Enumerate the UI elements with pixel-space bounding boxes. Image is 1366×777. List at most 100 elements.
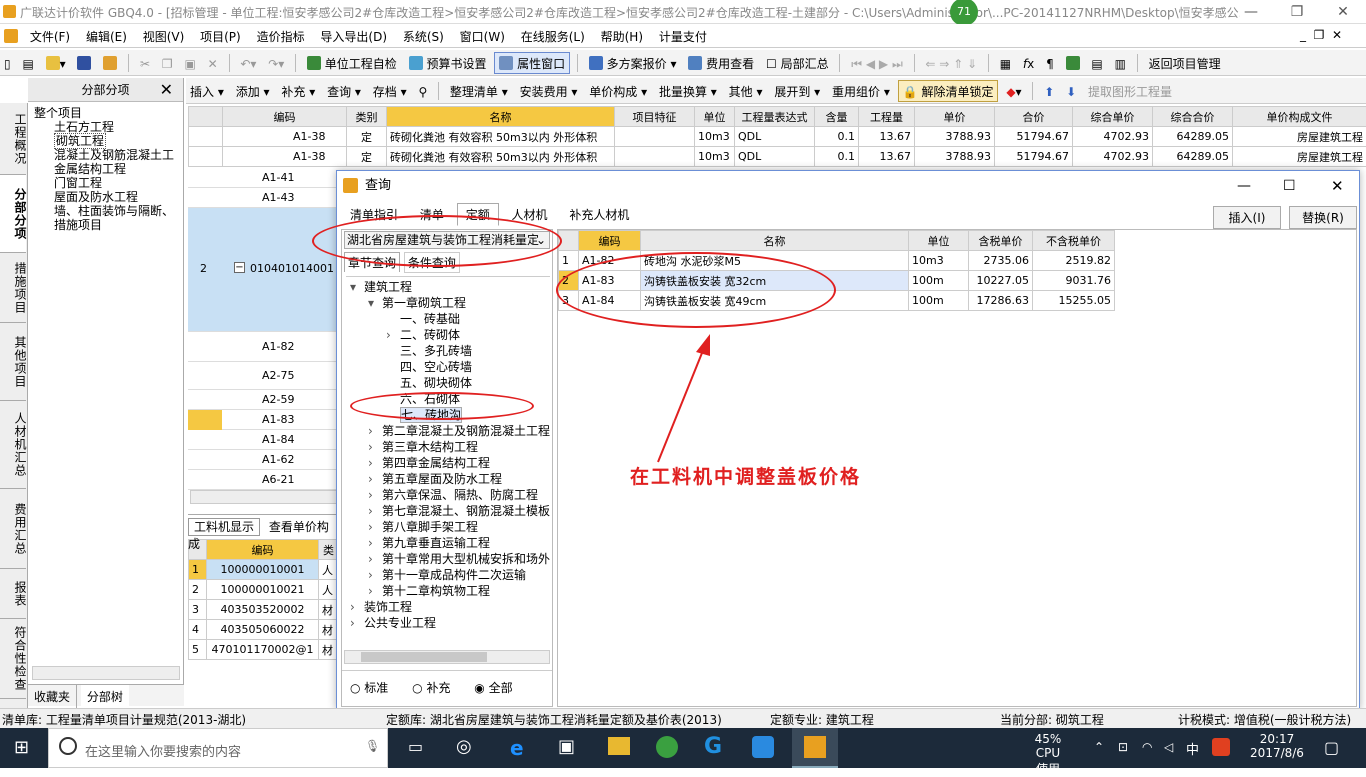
menu-file[interactable]: 文件(F) bbox=[24, 24, 76, 49]
tree-node[interactable]: ▾第一章砌筑工程 bbox=[346, 295, 550, 311]
table-row[interactable]: A1-62 bbox=[188, 450, 338, 470]
col-price-file[interactable]: 单价构成文件 bbox=[1233, 107, 1366, 127]
radio-standard[interactable]: ○ 标准 bbox=[350, 681, 388, 695]
supplement-button[interactable]: 补充 ▾ bbox=[277, 81, 319, 103]
expander-icon[interactable]: › bbox=[368, 503, 382, 519]
delete-icon[interactable]: ✕ bbox=[204, 53, 222, 75]
scrollbar-thumb[interactable] bbox=[361, 652, 487, 662]
store-icon[interactable]: ▣ bbox=[558, 736, 575, 757]
col-unit[interactable]: 单位 bbox=[695, 107, 735, 127]
expander-icon[interactable]: ▾ bbox=[350, 279, 364, 295]
formula-icon[interactable]: fx bbox=[1019, 53, 1038, 75]
book-icon[interactable] bbox=[1062, 53, 1084, 75]
col-unit[interactable]: 单位 bbox=[909, 231, 969, 251]
tree-node[interactable]: ›第九章垂直运输工程 bbox=[346, 535, 550, 551]
menu-import-export[interactable]: 导入导出(D) bbox=[314, 24, 393, 49]
tree-node[interactable]: ›第十章常用大型机械安拆和场外 bbox=[346, 551, 550, 567]
tree-node[interactable]: 一、砖基础 bbox=[346, 311, 550, 327]
tree-node[interactable]: ›第二章混凝土及钢筋混凝土工程 bbox=[346, 423, 550, 439]
undo-icon[interactable]: ↶▾ bbox=[236, 53, 260, 75]
expander-icon[interactable]: › bbox=[368, 583, 382, 599]
maximize-icon[interactable]: ☐ bbox=[1283, 171, 1296, 201]
menu-cost-index[interactable]: 造价指标 bbox=[251, 24, 311, 49]
expander-icon[interactable]: › bbox=[368, 487, 382, 503]
close-icon[interactable]: ✕ bbox=[1331, 171, 1344, 201]
col-price[interactable]: 单价 bbox=[915, 107, 995, 127]
sogou-icon[interactable] bbox=[1212, 738, 1230, 756]
col-name[interactable]: 名称 bbox=[387, 107, 615, 127]
tree-node[interactable]: ›第三章木结构工程 bbox=[346, 439, 550, 455]
tree-node[interactable]: ›公共专业工程 bbox=[346, 615, 550, 631]
expand-to-button[interactable]: 展开到 ▾ bbox=[770, 81, 824, 103]
expander-icon[interactable]: ▾ bbox=[368, 295, 382, 311]
col-tax-price[interactable]: 含税单价 bbox=[969, 231, 1033, 251]
mdi-controls[interactable]: _ ❐ ✕ bbox=[1300, 28, 1342, 42]
batch-convert-button[interactable]: 批量换算 ▾ bbox=[655, 81, 721, 103]
tree-node[interactable]: ›第七章混凝土、钢筋混凝土模板 bbox=[346, 503, 550, 519]
tab-reports[interactable]: 报表 bbox=[0, 569, 26, 619]
table-row[interactable]: A1-82 bbox=[188, 332, 338, 362]
col-composite-price[interactable]: 综合单价 bbox=[1073, 107, 1153, 127]
tree-node[interactable]: ›二、砖砌体 bbox=[346, 327, 550, 343]
app-menu-icon[interactable] bbox=[4, 29, 18, 43]
360-browser-icon[interactable] bbox=[656, 736, 678, 758]
table-row[interactable]: 1100000010001人 bbox=[189, 560, 339, 580]
binoculars-icon[interactable]: ⚲ bbox=[414, 81, 431, 103]
archive-button[interactable]: 存档 ▾ bbox=[369, 81, 411, 103]
insert-button[interactable]: 插入(I) bbox=[1213, 206, 1281, 229]
move-up-icon[interactable]: ⬆ bbox=[1040, 81, 1058, 103]
tab-supplement-lmm[interactable]: 补充人材机 bbox=[560, 203, 638, 226]
table-row[interactable]: 2100000010021人 bbox=[189, 580, 339, 600]
reuse-price-button[interactable]: 重用组价 ▾ bbox=[828, 81, 894, 103]
horizontal-scrollbar[interactable] bbox=[32, 666, 180, 680]
install-fee-button[interactable]: 安装费用 ▾ bbox=[516, 81, 582, 103]
volume-icon[interactable]: ◁ bbox=[1164, 740, 1173, 754]
col-code[interactable]: 编码 bbox=[579, 231, 641, 251]
col-code[interactable]: 编码 bbox=[207, 540, 319, 560]
menu-project[interactable]: 项目(P) bbox=[194, 24, 247, 49]
menu-payment[interactable]: 计量支付 bbox=[653, 24, 713, 49]
explorer-icon[interactable] bbox=[608, 737, 630, 755]
close-icon[interactable]: ✕ bbox=[160, 78, 173, 102]
restore-icon[interactable]: ❐ bbox=[1274, 0, 1320, 24]
calculator-icon[interactable]: ▦ bbox=[996, 53, 1015, 75]
col-code[interactable]: 编码 bbox=[223, 107, 347, 127]
budget-settings-button[interactable]: 预算书设置 bbox=[405, 53, 491, 75]
table-row[interactable]: A1-83 bbox=[188, 410, 338, 430]
edge-icon[interactable]: e bbox=[510, 736, 524, 760]
tab-compliance-check[interactable]: 符合性检查 bbox=[0, 619, 26, 699]
tab-labor-material[interactable]: 工料机显示 bbox=[188, 518, 260, 536]
copy-icon[interactable]: ❐ bbox=[158, 53, 177, 75]
expander-icon[interactable]: › bbox=[368, 567, 382, 583]
radio-supplement[interactable]: ○ 补充 bbox=[412, 681, 450, 695]
browser-icon[interactable]: ◎ bbox=[456, 736, 472, 757]
menu-online[interactable]: 在线服务(L) bbox=[515, 24, 591, 49]
tree-item[interactable]: 土石方工程 bbox=[34, 120, 183, 134]
multi-plan-button[interactable]: 多方案报价 ▾ bbox=[585, 53, 681, 75]
table-row[interactable]: A1-41 bbox=[188, 168, 338, 188]
export-icon[interactable] bbox=[99, 53, 121, 75]
expander-icon[interactable]: › bbox=[350, 599, 364, 615]
col-total[interactable]: 合价 bbox=[995, 107, 1073, 127]
table-row[interactable]: 3403503520002材 bbox=[189, 600, 339, 620]
col-quantity[interactable]: 工程量 bbox=[859, 107, 915, 127]
grid-scrollbar[interactable] bbox=[190, 490, 338, 504]
tree-item-selected[interactable]: 砌筑工程 bbox=[54, 133, 106, 149]
tray-up-icon[interactable]: ⌃ bbox=[1094, 740, 1104, 754]
gbq-task-icon[interactable] bbox=[792, 728, 838, 768]
collapse-icon[interactable]: − bbox=[234, 262, 245, 273]
tree-item[interactable]: 门窗工程 bbox=[34, 176, 183, 190]
minimize-icon[interactable]: — bbox=[1237, 171, 1251, 201]
table-row[interactable]: A1-84 bbox=[188, 430, 338, 450]
list-row-selected[interactable]: 2 − 010401014001 bbox=[188, 208, 338, 332]
ime-indicator[interactable]: 中 bbox=[1186, 739, 1199, 758]
search-box[interactable]: 在这里输入你要搜索的内容 🎙 bbox=[48, 728, 388, 768]
windows-start-icon[interactable]: ⊞ bbox=[14, 738, 34, 758]
table-row[interactable]: A1-38定砖砌化粪池 有效容积 50m3以内 外形体积10m3QDL0.113… bbox=[189, 127, 1366, 147]
tree-node[interactable]: ›第四章金属结构工程 bbox=[346, 455, 550, 471]
menu-view[interactable]: 视图(V) bbox=[137, 24, 191, 49]
fee-view-button[interactable]: 费用查看 bbox=[684, 53, 758, 75]
expander-icon[interactable]: › bbox=[368, 551, 382, 567]
tab-section-tree[interactable]: 分部树 bbox=[81, 685, 129, 708]
tab-measures[interactable]: 措施项目 bbox=[0, 253, 26, 323]
